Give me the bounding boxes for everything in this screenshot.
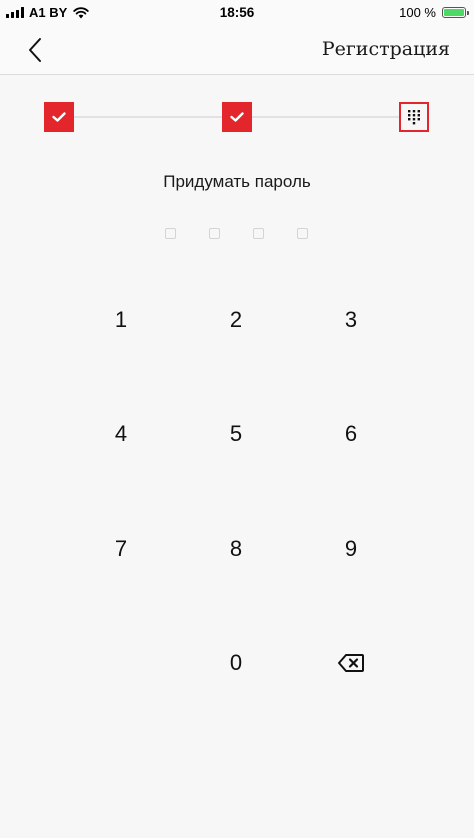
backspace-button[interactable]: [301, 633, 401, 693]
battery-icon: [442, 7, 469, 18]
pin-dot: [165, 228, 176, 239]
registration-stepper: [0, 100, 474, 134]
back-button[interactable]: [22, 36, 50, 64]
key-6[interactable]: 6: [301, 404, 401, 464]
status-bar: A1 BY 18:56 100 %: [0, 0, 474, 26]
chevron-left-icon: [29, 38, 41, 62]
battery-level-fill: [444, 9, 464, 16]
pin-indicator: [0, 228, 474, 242]
password-prompt: Придумать пароль: [163, 172, 311, 191]
check-icon: [52, 112, 66, 122]
step-3-current: [399, 102, 429, 132]
key-2[interactable]: 2: [186, 290, 286, 350]
battery-percent: 100 %: [399, 5, 436, 20]
pin-dot: [297, 228, 308, 239]
key-8[interactable]: 8: [186, 519, 286, 579]
key-3[interactable]: 3: [301, 290, 401, 350]
key-9[interactable]: 9: [301, 519, 401, 579]
key-4[interactable]: 4: [71, 404, 171, 464]
step-1-done: [44, 102, 74, 132]
check-icon: [230, 112, 244, 122]
step-2-done: [222, 102, 252, 132]
pin-dot: [253, 228, 264, 239]
navigation-bar: Регистрация: [0, 26, 474, 75]
pin-dot: [209, 228, 220, 239]
key-1[interactable]: 1: [71, 290, 171, 350]
backspace-icon: [338, 654, 364, 672]
key-5[interactable]: 5: [186, 404, 286, 464]
status-right: 100 %: [399, 5, 469, 20]
step-connector: [252, 116, 400, 118]
key-7[interactable]: 7: [71, 519, 171, 579]
key-0[interactable]: 0: [186, 633, 286, 693]
page-title: Регистрация: [321, 38, 450, 60]
keypad-icon: [408, 110, 420, 125]
step-connector: [74, 116, 222, 118]
